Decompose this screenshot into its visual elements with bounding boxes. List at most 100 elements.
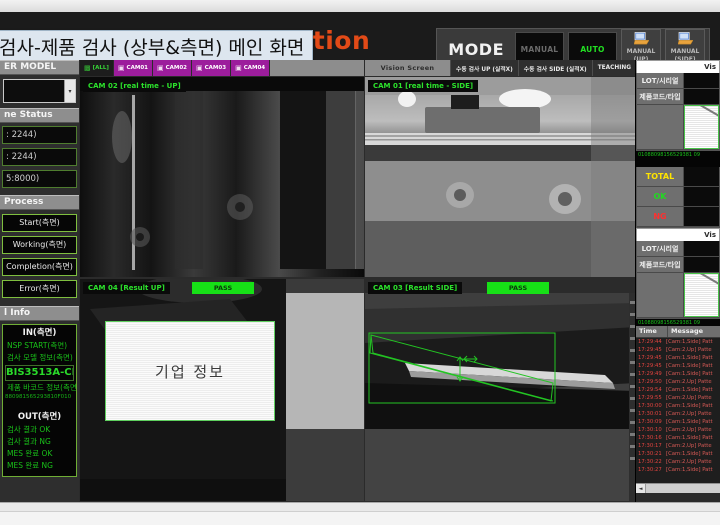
product-code-label: 제품코드/타입 [637, 257, 684, 272]
vision-result-grid-2: LOT/시리얼 제품코드/타입 [636, 241, 720, 319]
log-row[interactable]: 17:30:17 [Cam:2,Up] Patte [636, 442, 720, 450]
log-row[interactable]: 17:29:44 [Cam:1,Side] Patt [636, 338, 720, 346]
log-col-message: Message [671, 327, 704, 335]
camera-pane-cam04[interactable]: 기업 정보 CAM 04 [Result UP] PASS [80, 279, 364, 501]
application-window: Vision Inspection 검사-제품 검사 (상부&측면) 메인 화면… [0, 0, 720, 525]
biz-info-overlay: 기업 정보 [105, 321, 275, 421]
log-row-message: [Cam:2,Up] Patte [666, 347, 712, 353]
total-label: TOTAL [637, 167, 684, 186]
tab-teaching[interactable]: TEACHING [591, 60, 636, 76]
log-row[interactable]: 17:30:27 [Cam:1,Side] Patt [636, 466, 720, 474]
camera-caption-cam03: CAM 03 [Result SIDE] [368, 282, 463, 294]
result-thumbnail-cell[interactable] [684, 105, 719, 149]
log-row[interactable]: 17:29:55 [Cam:2,Up] Patte [636, 394, 720, 402]
log-row[interactable]: 17:30:10 [Cam:2,Up] Patte [636, 426, 720, 434]
result-thumbnail-spacer [637, 273, 684, 317]
tab-cam02[interactable]: ▣ CAM02 [152, 60, 193, 76]
mode-manual-button[interactable]: MANUAL [515, 32, 564, 60]
log-row-time: 17:30:09 [638, 419, 662, 425]
log-row[interactable]: 17:30:09 [Cam:1,Side] Patt [636, 418, 720, 426]
camera-pane-cam01[interactable]: CAM 01 [real time - SIDE] [365, 77, 636, 277]
signal-in-line: 검사 모델 정보(측면) [7, 353, 73, 362]
signal-io-box: IN(측면) NSP START(측면) 검사 모델 정보(측면) BIS351… [2, 324, 77, 477]
model-dropdown[interactable]: ▾ [3, 79, 76, 103]
camera-caption-cam01: CAM 01 [real time - SIDE] [368, 80, 479, 92]
screen-title-tooltip: 검사-제품 검사 (상부&측면) 메인 화면 [0, 30, 314, 60]
log-row[interactable]: 17:29:45 [Cam:2,Up] Patte [636, 346, 720, 354]
camera-icon: ▣ [235, 64, 242, 72]
log-row-time: 17:29:50 [638, 379, 662, 385]
ok-row: OK [637, 187, 719, 207]
camera-tab-bar: ▩ [ALL] ▣ CAM01 ▣ CAM02 ▣ CAM03 ▣ CAM04 [80, 60, 364, 76]
camera-image-cam02 [80, 77, 364, 277]
signal-out-line: MES 완료 OK [7, 449, 53, 458]
camera-pane-cam03[interactable]: CAM 03 [Result SIDE] PASS [365, 279, 636, 501]
log-row-message: [Cam:1,Side] Patt [666, 387, 713, 393]
camera-icon: ▣ [156, 64, 164, 72]
vision-result-grid-1: LOT/시리얼 제품코드/타입 [636, 73, 720, 151]
log-row-time: 17:30:00 [638, 403, 662, 409]
signal-out-line: MES 완료 NG [7, 461, 53, 470]
camera-pane-cam02[interactable]: CAM 02 [real time - UP] [80, 77, 364, 277]
process-completion-indicator[interactable]: Completion(측면) [2, 258, 77, 276]
lot-serial-value [684, 241, 719, 256]
scroll-left-icon[interactable]: ◄ [636, 484, 646, 493]
total-value [684, 167, 719, 186]
log-row[interactable]: 17:30:16 [Cam:1,Side] Patt [636, 434, 720, 442]
log-row-time: 17:30:10 [638, 427, 662, 433]
mode-control-group: MODE MANUAL AUTO MANUAL (UP) MANUAL (SID… [436, 28, 710, 60]
tab-manual-up[interactable]: 수동 검사 UP (실적X) [450, 60, 518, 76]
manual-side-button[interactable]: MANUAL (SIDE) [665, 29, 705, 60]
tab-bar-filler [270, 60, 364, 76]
camera-icon: ▣ [196, 64, 203, 72]
log-row-time: 17:29:44 [638, 339, 662, 345]
signal-out-title: OUT(측면) [17, 412, 62, 422]
log-row-time: 17:30:27 [638, 467, 662, 473]
process-start-indicator[interactable]: Start(측면) [2, 214, 77, 232]
log-row-message: [Cam:2,Up] Patte [666, 443, 712, 449]
process-error-indicator[interactable]: Error(측면) [2, 280, 77, 298]
log-row-list[interactable]: 17:29:44 [Cam:1,Side] Patt 17:29:45 [Cam:2,… [636, 338, 720, 483]
model-section-header: ER MODEL [0, 60, 79, 75]
log-row[interactable]: 17:29:45 [Cam:1,Side] Patt [636, 354, 720, 362]
log-header-row: Time Message [636, 326, 720, 338]
result-thumbnail-cell[interactable] [684, 273, 719, 317]
vision-tab-bar: Vision Screen 수동 검사 UP (실적X) 수동 검사 SIDE … [365, 60, 636, 76]
main-body: ER MODEL ▾ ne Status : 2244) : 2244) 5:8… [0, 60, 720, 502]
tab-cam01[interactable]: ▣ CAM01 [113, 60, 153, 76]
log-row-message: [Cam:2,Up] Patte [666, 459, 712, 465]
chevron-down-icon[interactable]: ▾ [64, 80, 75, 102]
ng-label: NG [637, 207, 684, 226]
log-row[interactable]: 17:30:00 [Cam:1,Side] Patt [636, 402, 720, 410]
tab-all[interactable]: ▩ [ALL] [80, 60, 114, 76]
log-row-time: 17:29:54 [638, 387, 662, 393]
tab-all-label: [ALL] [92, 65, 109, 71]
status-item: 5:8000) [2, 170, 77, 188]
log-row-time: 17:29:49 [638, 371, 662, 377]
log-row-message: [Cam:1,Side] Patt [666, 419, 713, 425]
mode-auto-button[interactable]: AUTO [568, 32, 617, 60]
camera-caption-cam04: CAM 04 [Result UP] [83, 282, 170, 294]
log-row[interactable]: 17:29:49 [Cam:1,Side] Patt [636, 370, 720, 378]
process-working-indicator[interactable]: Working(측면) [2, 236, 77, 254]
log-row[interactable]: 17:29:50 [Cam:2,Up] Patte [636, 378, 720, 386]
log-row-message: [Cam:1,Side] Patt [666, 363, 713, 369]
signal-in-title: IN(측면) [22, 328, 57, 338]
tab-manual-side[interactable]: 수동 검사 SIDE (실적X) [517, 60, 592, 76]
log-horizontal-scrollbar[interactable]: ◄ [636, 483, 720, 493]
log-row-time: 17:30:17 [638, 443, 662, 449]
signal-barcode-value: 880981565293810F010 [5, 394, 72, 400]
result-thumbnail-spacer [637, 105, 684, 149]
tab-cam04[interactable]: ▣ CAM04 [231, 60, 271, 76]
log-row[interactable]: 17:29:54 [Cam:1,Side] Patt [636, 386, 720, 394]
tab-cam03[interactable]: ▣ CAM03 [192, 60, 232, 76]
manual-side-label-line1: MANUAL [670, 48, 700, 55]
manual-up-button[interactable]: MANUAL (UP) [621, 29, 661, 60]
log-row[interactable]: 17:30:21 [Cam:1,Side] Patt [636, 450, 720, 458]
log-row[interactable]: 17:30:22 [Cam:2,Up] Patte [636, 458, 720, 466]
product-code-value [684, 257, 719, 272]
log-row[interactable]: 17:30:01 [Cam:2,Up] Patte [636, 410, 720, 418]
log-row[interactable]: 17:29:45 [Cam:1,Side] Patt [636, 362, 720, 370]
lot-serial-row: LOT/시리얼 [637, 241, 719, 257]
camera-icon: ▣ [117, 64, 125, 72]
